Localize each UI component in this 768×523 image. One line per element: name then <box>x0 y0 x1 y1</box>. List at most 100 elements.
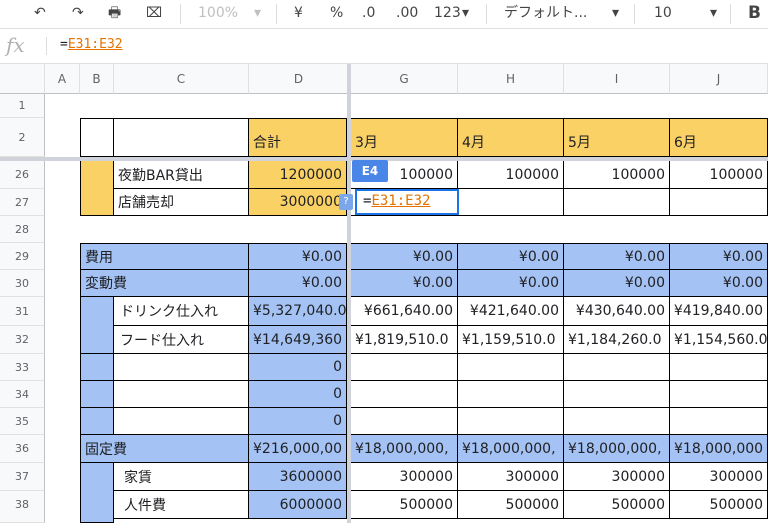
cell-b35[interactable] <box>80 408 114 435</box>
paint-format-icon[interactable]: ⌧ <box>146 0 162 26</box>
cell-d31[interactable]: ¥5,327,040.0 <box>249 297 347 326</box>
cell-c26[interactable]: 夜勤BAR貸出 <box>114 161 249 189</box>
cell-j38[interactable]: 500000 <box>670 491 768 519</box>
col-header-b[interactable]: B <box>80 64 114 94</box>
font-family-chevron-down-icon[interactable]: ▾ <box>612 0 619 26</box>
cell-j34[interactable] <box>670 381 768 408</box>
cell-h37[interactable]: 300000 <box>458 463 564 491</box>
cell-b33[interactable] <box>80 354 114 381</box>
cell-d26[interactable]: 1200000 <box>249 161 347 189</box>
col-header-c[interactable]: C <box>114 64 249 94</box>
cell-d27[interactable]: 3000000 <box>249 189 347 216</box>
cell-j36[interactable]: ¥18,000,000 <box>670 435 768 463</box>
cell-h32[interactable]: ¥1,159,510.0 <box>458 326 564 354</box>
cell-j29[interactable]: ¥0.00 <box>670 243 768 270</box>
cell-g36[interactable]: ¥18,000,000, <box>351 435 458 463</box>
font-size-chevron-down-icon[interactable]: ▾ <box>710 0 717 26</box>
cell-h33[interactable] <box>458 354 564 381</box>
row-header-33[interactable]: 33 <box>0 354 45 381</box>
cell-j37[interactable]: 300000 <box>670 463 768 491</box>
cell-i36[interactable]: ¥18,000,000, <box>564 435 670 463</box>
cell-c33[interactable] <box>114 354 249 381</box>
font-family-select[interactable]: デフォルト... <box>504 0 587 26</box>
row-header-37[interactable]: 37 <box>0 463 45 491</box>
cell-g2[interactable]: 3月 <box>351 118 458 157</box>
cell-d38[interactable]: 6000000 <box>249 491 347 519</box>
row-header-28[interactable]: 28 <box>0 216 45 243</box>
print-icon[interactable]: 🖶 <box>108 0 121 26</box>
cell-b37[interactable] <box>80 463 114 523</box>
cell-c37[interactable]: 家賃 <box>114 463 249 491</box>
zoom-chevron-down-icon[interactable]: ▾ <box>254 0 261 26</box>
increase-decimal-button[interactable]: .00 <box>396 0 418 26</box>
formula-input[interactable]: =E31:E32 <box>60 37 123 52</box>
redo-icon[interactable]: ↷ <box>72 0 84 26</box>
currency-format-button[interactable]: ¥ <box>294 0 303 26</box>
cell-j2[interactable]: 6月 <box>670 118 768 157</box>
cell-j26[interactable]: 100000 <box>670 161 768 189</box>
cell-j31[interactable]: ¥419,840.00 <box>670 297 768 326</box>
row-header-1[interactable]: 1 <box>0 94 45 118</box>
row-header-30[interactable]: 30 <box>0 270 45 297</box>
cell-d34[interactable]: 0 <box>249 381 347 408</box>
cell-g35[interactable] <box>351 408 458 435</box>
cell-b26[interactable] <box>80 161 114 216</box>
cell-j27[interactable] <box>670 189 768 216</box>
row-header-2[interactable]: 2 <box>0 118 45 157</box>
cell-g30[interactable]: ¥0.00 <box>351 270 458 297</box>
cell-c27[interactable]: 店舗売却 <box>114 189 249 216</box>
cell-editor[interactable]: =E31:E32 <box>355 189 459 215</box>
cell-d35[interactable]: 0 <box>249 408 347 435</box>
col-header-h[interactable]: H <box>458 64 564 94</box>
cell-j30[interactable]: ¥0.00 <box>670 270 768 297</box>
decrease-decimal-button[interactable]: .0 <box>362 0 375 26</box>
row-header-26[interactable]: 26 <box>0 161 45 189</box>
col-header-j[interactable]: J <box>670 64 768 94</box>
cell-b29[interactable]: 費用 <box>80 243 249 270</box>
cell-d36[interactable]: ¥216,000,00 <box>249 435 347 463</box>
cell-g33[interactable] <box>351 354 458 381</box>
cell-h35[interactable] <box>458 408 564 435</box>
cell-c35[interactable] <box>114 408 249 435</box>
row-header-35[interactable]: 35 <box>0 408 45 435</box>
cell-c31[interactable]: ドリンク仕入れ <box>114 297 249 326</box>
cell-g34[interactable] <box>351 381 458 408</box>
cell-d33[interactable]: 0 <box>249 354 347 381</box>
cell-b36[interactable]: 固定費 <box>80 435 249 463</box>
cell-c34[interactable] <box>114 381 249 408</box>
cell-b2[interactable] <box>80 118 114 157</box>
cell-c2[interactable] <box>114 118 249 157</box>
row-header-29[interactable]: 29 <box>0 243 45 270</box>
cell-i38[interactable]: 500000 <box>564 491 670 519</box>
cell-d37[interactable]: 3600000 <box>249 463 347 491</box>
row-header-36[interactable]: 36 <box>0 435 45 463</box>
zoom-select[interactable]: 100% <box>198 0 238 26</box>
percent-format-button[interactable]: % <box>330 0 343 26</box>
number-format-button[interactable]: 123 <box>434 0 461 26</box>
cell-b31[interactable] <box>80 297 114 354</box>
formula-help-icon[interactable]: ? <box>339 194 353 210</box>
row-header-27[interactable]: 27 <box>0 189 45 216</box>
cell-h34[interactable] <box>458 381 564 408</box>
cell-b30[interactable]: 変動費 <box>80 270 249 297</box>
cell-c38[interactable]: 人件費 <box>114 491 249 519</box>
cell-h2[interactable]: 4月 <box>458 118 564 157</box>
col-header-g[interactable]: G <box>351 64 458 94</box>
cell-c32[interactable]: フード仕入れ <box>114 326 249 354</box>
cell-i37[interactable]: 300000 <box>564 463 670 491</box>
cell-i30[interactable]: ¥0.00 <box>564 270 670 297</box>
cell-h30[interactable]: ¥0.00 <box>458 270 564 297</box>
cell-h27[interactable] <box>458 189 564 216</box>
cell-j33[interactable] <box>670 354 768 381</box>
row-header-34[interactable]: 34 <box>0 381 45 408</box>
undo-icon[interactable]: ↶ <box>34 0 46 26</box>
cell-i27[interactable] <box>564 189 670 216</box>
cell-b34[interactable] <box>80 381 114 408</box>
cell-i35[interactable] <box>564 408 670 435</box>
row-header-31[interactable]: 31 <box>0 297 45 326</box>
cell-g37[interactable]: 300000 <box>351 463 458 491</box>
cell-i29[interactable]: ¥0.00 <box>564 243 670 270</box>
row-header-32[interactable]: 32 <box>0 326 45 354</box>
cell-i31[interactable]: ¥430,640.00 <box>564 297 670 326</box>
select-all-corner[interactable] <box>0 64 45 94</box>
